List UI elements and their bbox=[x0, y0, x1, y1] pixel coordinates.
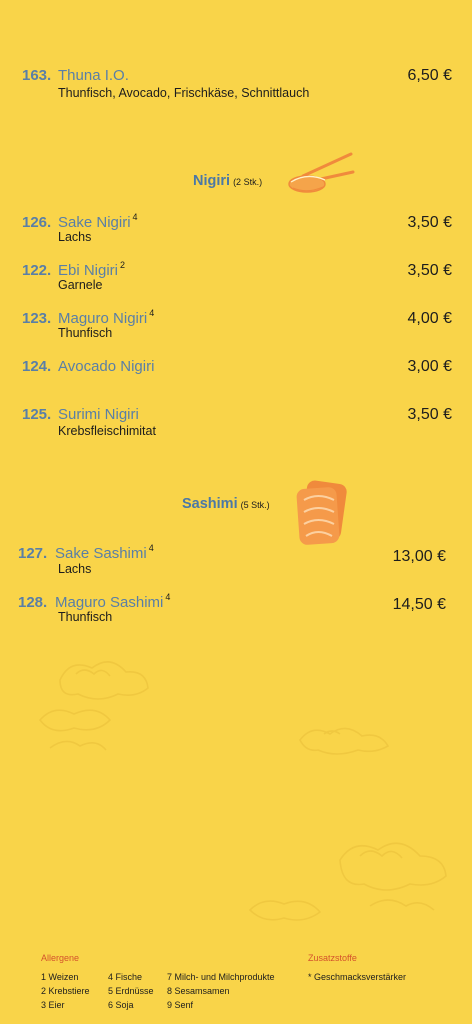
section-title-sashimi: Sashimi (5 Stk.) bbox=[182, 495, 270, 513]
item-name: Thuna I.O. bbox=[58, 67, 129, 84]
item-description: Thunfisch bbox=[58, 610, 113, 624]
cloud-ornament-icon bbox=[38, 661, 149, 751]
allergen-1: 1 Weizen bbox=[41, 972, 79, 982]
item-number: 126. bbox=[22, 214, 52, 231]
item-name: Maguro Nigiri 4 bbox=[58, 308, 155, 327]
section-title-text: Nigiri bbox=[193, 173, 231, 189]
section-subtitle: (2 Stk.) bbox=[233, 177, 263, 187]
cloud-ornament-icon bbox=[299, 727, 390, 755]
item-price: 3,50 € bbox=[407, 262, 452, 279]
item-description: Thunfisch bbox=[58, 326, 113, 340]
cloud-ornament-icon bbox=[248, 842, 447, 921]
item-name: Sake Nigiri 4 bbox=[58, 212, 138, 231]
allergen-8: 8 Sesamsamen bbox=[167, 986, 230, 996]
item-number: 124. bbox=[22, 358, 52, 375]
item-price: 4,00 € bbox=[407, 310, 452, 327]
item-price: 3,00 € bbox=[407, 358, 452, 375]
item-price: 3,50 € bbox=[407, 406, 452, 423]
section-title-nigiri: Nigiri (2 Stk.) bbox=[193, 172, 262, 190]
item-number: 125. bbox=[22, 406, 52, 423]
nigiri-chopsticks-icon bbox=[288, 152, 355, 193]
zusatz-1: * Geschmacksverstärker bbox=[308, 972, 407, 982]
allergen-9: 9 Senf bbox=[167, 1000, 194, 1010]
allergen-7: 7 Milch- und Milchprodukte bbox=[167, 972, 275, 982]
section-title-text: Sashimi bbox=[182, 496, 238, 512]
allergen-5: 5 Erdnüsse bbox=[108, 986, 154, 996]
zusatzstoffe-title: Zusatzstoffe bbox=[308, 953, 357, 963]
section-subtitle: (5 Stk.) bbox=[240, 500, 270, 510]
item-number: 122. bbox=[22, 262, 52, 279]
item-name: Surimi Nigiri bbox=[58, 406, 139, 423]
item-price: 3,50 € bbox=[407, 214, 452, 231]
allergen-2: 2 Krebstiere bbox=[41, 986, 90, 996]
item-description: Lachs bbox=[58, 562, 92, 576]
allergene-title: Allergene bbox=[41, 953, 80, 963]
item-name: Avocado Nigiri bbox=[58, 358, 155, 375]
item-price: 13,00 € bbox=[392, 548, 446, 565]
allergen-3: 3 Eier bbox=[41, 1000, 65, 1010]
item-number: 123. bbox=[22, 310, 52, 327]
allergen-6: 6 Soja bbox=[108, 1000, 134, 1010]
item-number: 163. bbox=[22, 67, 52, 84]
sashimi-salmon-icon bbox=[296, 480, 347, 545]
item-description: Krebsfleischimitat bbox=[58, 424, 156, 438]
item-name: Ebi Nigiri 2 bbox=[58, 260, 126, 279]
item-name: Maguro Sashimi 4 bbox=[55, 592, 171, 611]
item-price: 14,50 € bbox=[392, 596, 446, 613]
item-price: 6,50 € bbox=[407, 67, 452, 84]
item-number: 127. bbox=[18, 545, 48, 562]
item-description: Thunfisch, Avocado, Frischkäse, Schnittl… bbox=[58, 86, 310, 100]
allergen-4: 4 Fische bbox=[108, 972, 143, 982]
item-number: 128. bbox=[18, 594, 48, 611]
item-description: Garnele bbox=[58, 278, 103, 292]
item-description: Lachs bbox=[58, 230, 92, 244]
item-name: Sake Sashimi 4 bbox=[55, 543, 154, 562]
